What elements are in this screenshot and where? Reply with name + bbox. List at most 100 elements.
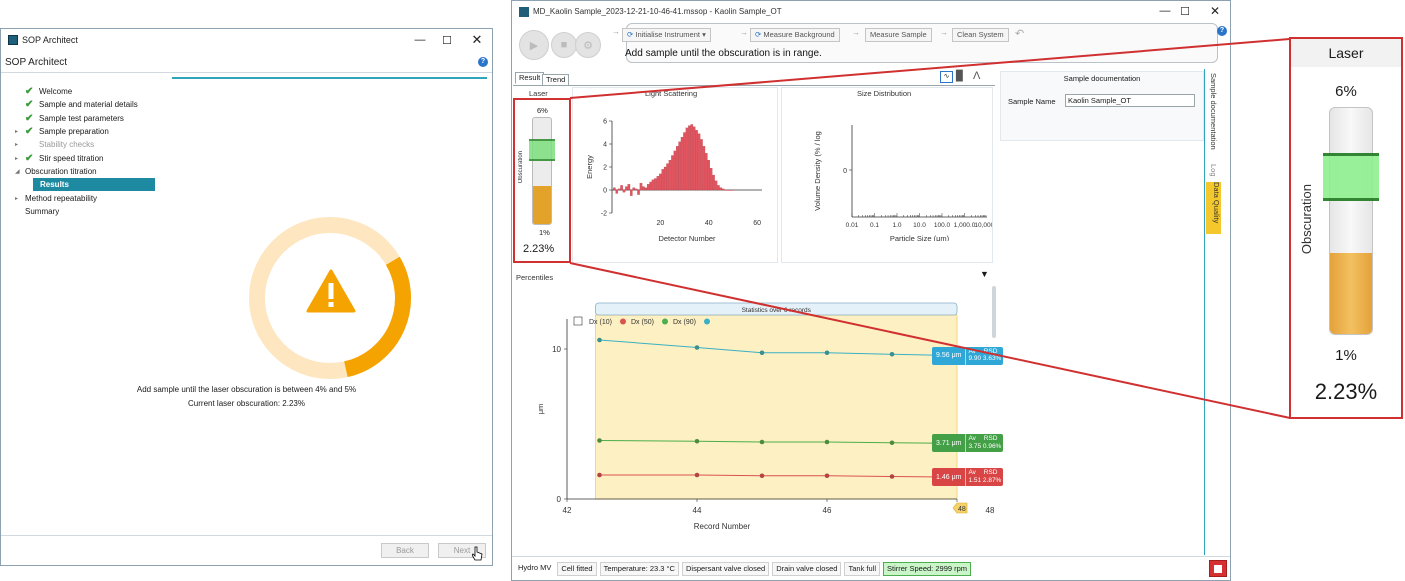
tab-log[interactable]: Log [1209, 164, 1218, 177]
bar [615, 189, 619, 194]
settings-button[interactable]: ⚙ [575, 32, 601, 58]
checkmark-icon: ✔ [25, 112, 34, 124]
status-item: Cell fitted [557, 562, 597, 576]
badge-average: Av RSD 3.75 0.96% [965, 434, 1003, 453]
zoom-gauge-fill [1330, 252, 1372, 334]
tab-sample-documentation[interactable]: Sample documentation [1209, 73, 1218, 150]
y-tick-label: 4 [603, 142, 607, 149]
series-point [597, 472, 602, 478]
step-initialise-instrument[interactable]: ⟳ Initialise Instrument ▾ [622, 28, 711, 42]
series-point [824, 439, 830, 445]
status-item: Drain valve closed [772, 562, 842, 576]
legend-label: Dx (50) [631, 319, 654, 326]
line-chart-icon[interactable]: Λ [973, 70, 980, 82]
close-icon[interactable]: ✕ [464, 30, 490, 50]
laser-gauge-fill [533, 185, 551, 224]
series-point [759, 350, 765, 356]
zoom-title: Laser [1291, 39, 1401, 67]
current-record-label: 48 [958, 506, 966, 513]
status-item: Dispersant valve closed [681, 562, 770, 576]
maximize-icon[interactable]: ☐ [1172, 1, 1198, 21]
help-icon[interactable]: ? [1217, 26, 1227, 36]
laser-gauge [532, 117, 552, 225]
mouse-cursor-icon [472, 546, 483, 561]
badge-value: 1.46 μm [936, 473, 962, 481]
arrow-icon: → [940, 28, 948, 37]
sop-step-stir-speed-titration[interactable]: ▸ ✔ Stir speed titration [15, 151, 165, 164]
step-label: Measure Background [763, 30, 835, 39]
statistic-badge[interactable]: 1.46 μm Av RSD 1.51 2.87% [932, 468, 1004, 487]
x-axis-label: Detector Number [658, 234, 716, 241]
step-clean-system[interactable]: Clean System [952, 28, 1009, 42]
nav-label: Sample preparation [39, 127, 109, 137]
badge-av-value: 9.90 [968, 355, 982, 363]
close-icon[interactable]: ✕ [1202, 1, 1228, 21]
sop-step-sample-test-parameters[interactable]: ✔ Sample test parameters [15, 112, 165, 125]
nav-label: Sample test parameters [39, 113, 124, 123]
arrow-icon: → [740, 28, 748, 37]
play-button[interactable]: ▶ [519, 30, 549, 60]
y-tick-label: 0 [843, 168, 847, 175]
stop-button[interactable]: ■ [551, 32, 577, 58]
bar [654, 178, 657, 191]
sop-step-results[interactable]: Results [33, 178, 155, 192]
app-icon [8, 35, 18, 45]
bar [731, 189, 735, 191]
bar [663, 166, 667, 191]
back-button[interactable]: Back [381, 543, 429, 558]
sample-name-input[interactable]: Kaolin Sample_OT [1065, 94, 1195, 107]
y-tick-label: 2 [603, 165, 607, 172]
step-measure-sample[interactable]: Measure Sample [865, 28, 932, 42]
chevron-down-icon: ▾ [700, 30, 706, 39]
tab-data-quality[interactable]: Data Quality [1206, 182, 1221, 234]
bar-chart-icon[interactable]: ▉ [956, 71, 964, 82]
warning-icon [306, 269, 356, 313]
bar [620, 185, 623, 191]
bar [671, 155, 674, 191]
x-tick-label: 0.01 [846, 222, 859, 229]
step-measure-background[interactable]: ⟳ Measure Background [750, 28, 840, 42]
stop-red-button[interactable] [1209, 560, 1227, 577]
x-axis-label: Particle Size (μm) [890, 234, 950, 241]
bar [676, 146, 679, 191]
bar [656, 176, 660, 191]
bar [690, 124, 694, 191]
bar [649, 181, 652, 191]
zoom-axis-label: Obscuration [1299, 184, 1314, 255]
sop-step-sample-preparation[interactable]: ▸ ✔ Sample preparation [15, 125, 165, 138]
badge-rsd-value: 0.96% [982, 442, 1002, 450]
laser-zoom-callout: Laser 6% Obscuration 1% 2.23% [1289, 37, 1403, 419]
bar [719, 187, 723, 191]
x-tick-label: 10,000.0 [974, 222, 992, 229]
help-icon[interactable]: ? [478, 57, 488, 67]
app-icon [519, 7, 529, 17]
sample-name-label: Sample Name [1008, 97, 1056, 106]
trend-chart: Statistics over 6 records10042 44 46 4848Re… [536, 302, 995, 531]
checkmark-icon: ✔ [25, 126, 34, 138]
sop-step-obscuration-titration[interactable]: ◢ Obscuration titration [15, 165, 165, 178]
bar [707, 159, 710, 191]
chart-view-icon[interactable]: ∿ [940, 71, 953, 83]
collapse-icon[interactable]: ▼ [980, 269, 989, 279]
tab-result[interactable]: Result [515, 72, 545, 84]
sop-step-summary[interactable]: Summary [15, 205, 165, 218]
bar [683, 132, 686, 191]
sop-step-method-repeatability[interactable]: ▸ Method repeatability [15, 191, 165, 204]
bar [646, 184, 650, 191]
undo-icon[interactable]: ↶ [1015, 27, 1024, 40]
maximize-icon[interactable]: ☐ [434, 30, 460, 50]
status-item: Tank full [844, 562, 880, 576]
window-title: SOP Architect [22, 35, 78, 45]
nav-label: Sample and material details [39, 100, 138, 110]
series-point [597, 438, 602, 443]
minimize-icon[interactable]: — [407, 30, 433, 50]
legend-label: Dx (90) [673, 319, 696, 326]
sop-step-sample-and-material-details[interactable]: ✔ Sample and material details [15, 98, 165, 111]
statistic-badge[interactable]: 3.71 μm Av RSD 3.75 0.96% [932, 434, 1004, 453]
badge-av-value: 3.75 [968, 442, 982, 450]
sop-step-welcome[interactable]: ✔ Welcome [15, 85, 165, 98]
sop-step-stability-checks[interactable]: ▸ Stability checks [15, 138, 165, 151]
header: SOP Architect ? [1, 51, 492, 73]
x-tick-label: 48 [986, 506, 995, 515]
x-tick-label: 100.0 [934, 222, 951, 229]
